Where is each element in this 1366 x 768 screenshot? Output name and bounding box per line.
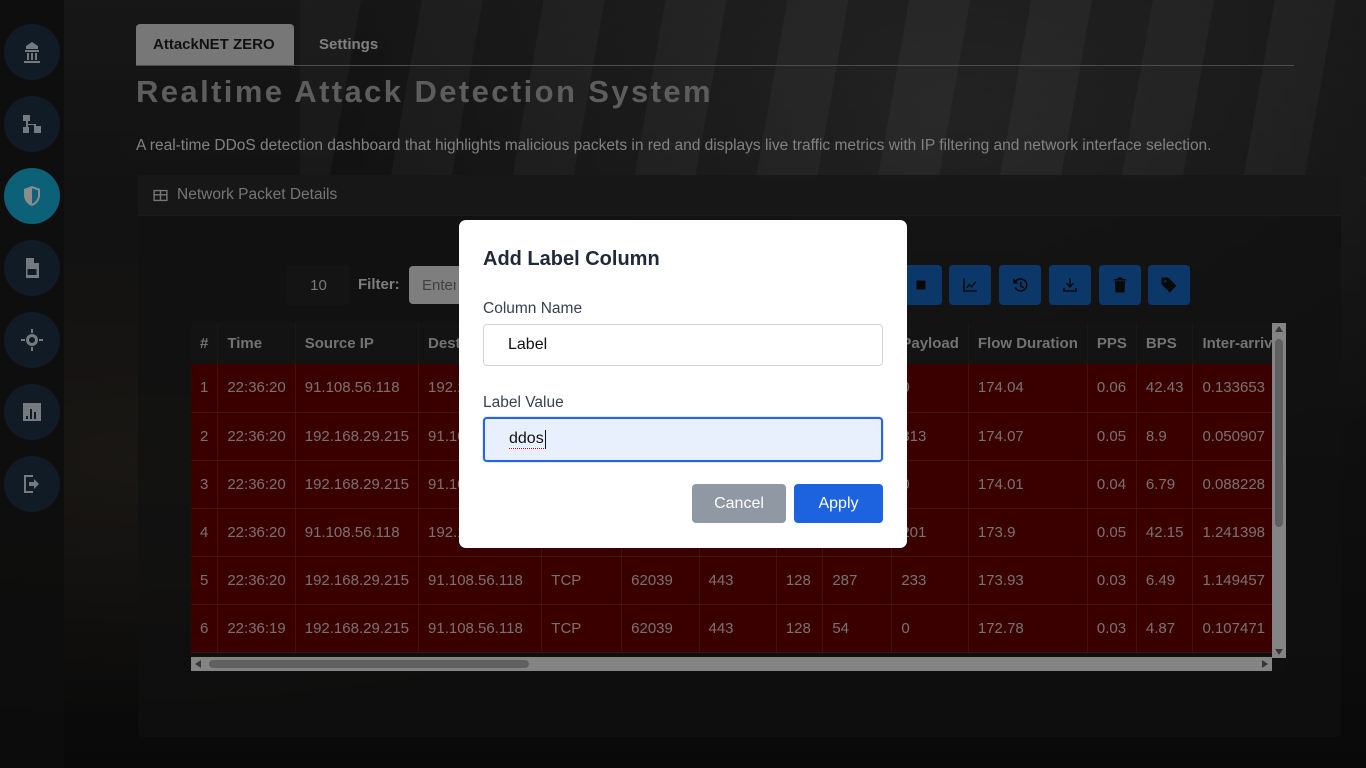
text-caret — [544, 430, 546, 449]
label-value-label: Label Value — [483, 394, 564, 411]
cancel-button[interactable]: Cancel — [692, 484, 786, 523]
label-value-text: ddos — [509, 430, 544, 449]
column-name-input[interactable]: Label — [483, 324, 883, 366]
apply-button[interactable]: Apply — [794, 484, 883, 523]
column-name-value: Label — [508, 336, 548, 353]
label-value-input[interactable]: ddos — [483, 417, 883, 462]
add-label-dialog: Add Label Column Column Name Label Label… — [459, 220, 907, 548]
column-name-label: Column Name — [483, 300, 583, 317]
dialog-title: Add Label Column — [483, 248, 660, 270]
